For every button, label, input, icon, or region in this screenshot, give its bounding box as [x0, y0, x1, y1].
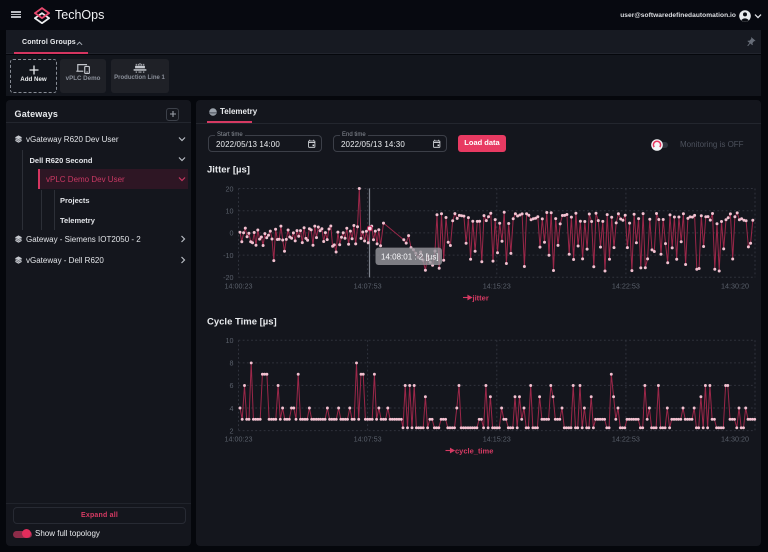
svg-text:Cycle Time [µs]: Cycle Time [µs] — [207, 317, 277, 328]
svg-text:14:30:20: 14:30:20 — [721, 282, 749, 291]
svg-text:10: 10 — [226, 336, 234, 345]
svg-text:2: 2 — [230, 426, 234, 435]
svg-text:0: 0 — [230, 229, 234, 238]
svg-text:14:30:20: 14:30:20 — [721, 435, 749, 444]
svg-text:-20: -20 — [223, 273, 233, 282]
svg-text:14:07:53: 14:07:53 — [354, 282, 382, 291]
svg-text:cycle_time: cycle_time — [455, 447, 493, 456]
svg-text:20: 20 — [226, 184, 234, 193]
svg-text:6: 6 — [230, 381, 234, 390]
svg-text:jitter: jitter — [472, 294, 489, 303]
svg-text:14:15:23: 14:15:23 — [483, 435, 511, 444]
svg-text:14:22:53: 14:22:53 — [612, 435, 640, 444]
svg-text:14:00:23: 14:00:23 — [225, 282, 253, 291]
svg-text:14:22:53: 14:22:53 — [612, 282, 640, 291]
svg-text:10: 10 — [226, 207, 234, 216]
svg-text:8: 8 — [230, 359, 234, 368]
svg-text:Jitter [µs]: Jitter [µs] — [207, 165, 250, 176]
svg-text:14:08:01 : 2 [µs]: 14:08:01 : 2 [µs] — [381, 252, 439, 261]
svg-text:14:15:23: 14:15:23 — [483, 282, 511, 291]
svg-text:4: 4 — [230, 404, 234, 413]
svg-text:14:00:23: 14:00:23 — [225, 435, 253, 444]
svg-text:-10: -10 — [223, 251, 233, 260]
svg-text:14:07:53: 14:07:53 — [354, 435, 382, 444]
